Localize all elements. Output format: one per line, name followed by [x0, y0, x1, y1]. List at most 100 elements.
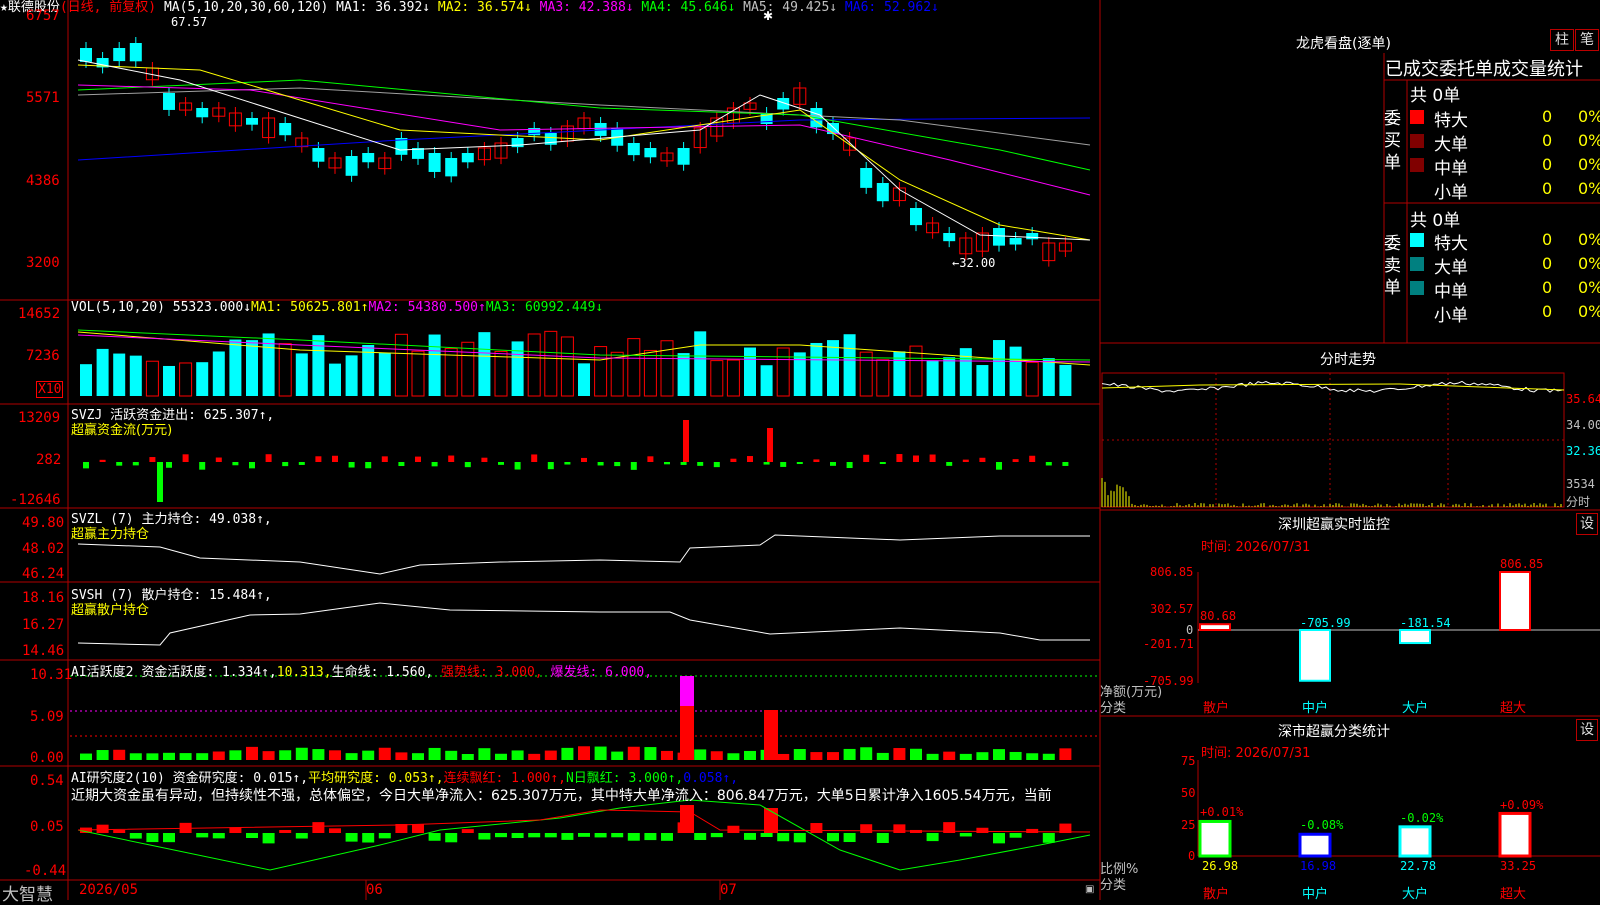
ai1-axis-bot: 0.00 — [30, 750, 64, 766]
monitor-cat-large: 大户 — [1402, 701, 1429, 716]
research-bar — [744, 833, 756, 840]
monitor-settings-button[interactable]: 设 — [1576, 513, 1598, 535]
intraday-price-line — [1101, 380, 1563, 393]
class-pct-super: +0.09% — [1500, 798, 1544, 812]
research-bar — [976, 827, 989, 833]
volume-bar — [229, 339, 242, 396]
money-flow-bar — [199, 462, 206, 470]
svsh-title: 散户持仓: 15.484↑, — [141, 588, 272, 603]
class-time: 时间: 2026/07/31 — [1201, 746, 1311, 761]
tick-view-button[interactable]: 笔 — [1575, 29, 1599, 51]
class-pct-large: -0.02% — [1400, 811, 1444, 825]
research-bar — [129, 833, 142, 839]
sell-medium-pct: 0% — [1578, 278, 1600, 297]
money-flow-bar — [763, 462, 770, 465]
ai2-extra: 0.058↑, — [683, 771, 739, 786]
main-holding-line — [77, 534, 1090, 575]
buy-large-name: 大单 — [1434, 135, 1468, 155]
research-bar — [1042, 833, 1055, 843]
volume-bar — [776, 347, 790, 397]
volume-bar — [810, 342, 823, 396]
class-value-retail: 26.98 — [1202, 859, 1239, 873]
ai2-commentary: 近期大资金虽有异动，但持续性不强，总体偏空，今日大单净流入：625.307万元，… — [71, 788, 1052, 804]
lock-icon[interactable]: ▣ — [1085, 884, 1094, 895]
research-bar — [212, 833, 225, 839]
activity-bar — [395, 752, 408, 760]
period-label[interactable]: (日线, 前复权) — [60, 0, 156, 15]
research-bar — [362, 833, 375, 843]
research-bar — [196, 833, 209, 838]
activity-bar — [113, 749, 126, 760]
candle-body — [1009, 238, 1022, 245]
ma2-value: MA2: 36.574↓ — [437, 0, 532, 15]
buy-small-count: 0 — [1542, 179, 1553, 198]
volume-bar — [278, 343, 292, 397]
money-flow-bar — [232, 462, 239, 466]
volume-bar — [1059, 364, 1072, 396]
volume-bar — [859, 351, 873, 397]
research-bar — [412, 824, 424, 833]
money-flow-bar — [664, 462, 670, 465]
money-flow-bar — [332, 455, 338, 462]
monitor-axis-2: 302.57 — [1150, 602, 1194, 616]
money-flow-bar — [1029, 455, 1036, 462]
candle-body — [993, 228, 1005, 246]
volume-bar — [578, 363, 590, 396]
activity-bar — [611, 751, 624, 760]
volume-bar — [246, 340, 258, 396]
monitor-axis-3: 0 — [1186, 623, 1194, 637]
class-cat-super: 超大 — [1500, 887, 1527, 902]
research-bar — [229, 827, 242, 833]
research-bar — [478, 833, 491, 840]
money-flow-bar — [597, 462, 604, 466]
class-settings-button[interactable]: 设 — [1576, 719, 1598, 741]
ma2-line — [77, 64, 1091, 241]
research-bar — [661, 833, 673, 841]
ai2-label: AI研究度2(10) — [71, 771, 165, 786]
research-bar — [860, 824, 873, 833]
volume-bar — [494, 350, 508, 397]
intraday-title[interactable]: 分时走势 — [1320, 349, 1376, 369]
research-bar — [1026, 828, 1039, 833]
buy-small-pct: 0% — [1578, 179, 1600, 198]
research-bar — [793, 833, 806, 843]
sell-side-label: 委卖单 — [1384, 234, 1401, 298]
svzj-subtitle: 超赢资金流(万元) — [71, 423, 173, 438]
sell-small-count: 0 — [1542, 302, 1553, 321]
activity-bar — [594, 746, 607, 760]
research-bar — [710, 833, 723, 838]
stock-chart-canvas[interactable]: ✱ — [0, 0, 1600, 900]
money-flow-bar — [796, 462, 803, 465]
activity-bar — [680, 706, 694, 760]
sell-xl-pct: 0% — [1578, 230, 1600, 249]
buy-medium-swatch — [1410, 158, 1424, 172]
lhb-title: 龙虎看盘(逐单) — [1296, 36, 1391, 52]
volume-bar — [926, 360, 939, 396]
candle-body — [129, 43, 142, 62]
vol-unit-badge[interactable]: X10 — [36, 381, 64, 398]
activity-bar — [279, 750, 292, 760]
activity-bar — [827, 752, 839, 760]
money-flow-bar — [863, 454, 870, 462]
candle-body — [876, 183, 889, 202]
app-logo[interactable]: 大智慧 — [2, 880, 53, 905]
buy-side-label: 委买单 — [1384, 109, 1401, 173]
buy-xl-pct: 0% — [1578, 107, 1600, 126]
buy-large-swatch — [1410, 134, 1424, 148]
activity-bar — [445, 750, 458, 760]
activity-bar — [764, 710, 778, 760]
ma5-value: MA5: 49.425↓ — [743, 0, 838, 15]
bar-view-button[interactable]: 柱 — [1550, 29, 1574, 51]
ma4-value: MA4: 45.646↓ — [641, 0, 736, 15]
volume-bar — [312, 335, 325, 396]
intraday-vol-axis: 3534 — [1566, 477, 1595, 491]
money-flow-bar — [896, 454, 903, 462]
activity-bar — [511, 750, 524, 760]
money-flow-bar — [215, 457, 222, 462]
activity-bar — [926, 753, 939, 760]
activity-bar — [428, 747, 441, 760]
activity-bar — [710, 751, 723, 760]
svzl-title: 主力持仓: 49.038↑, — [141, 512, 272, 527]
volume-bar — [943, 357, 956, 396]
ma-params[interactable]: MA(5,10,20,30,60,120) — [164, 0, 328, 15]
